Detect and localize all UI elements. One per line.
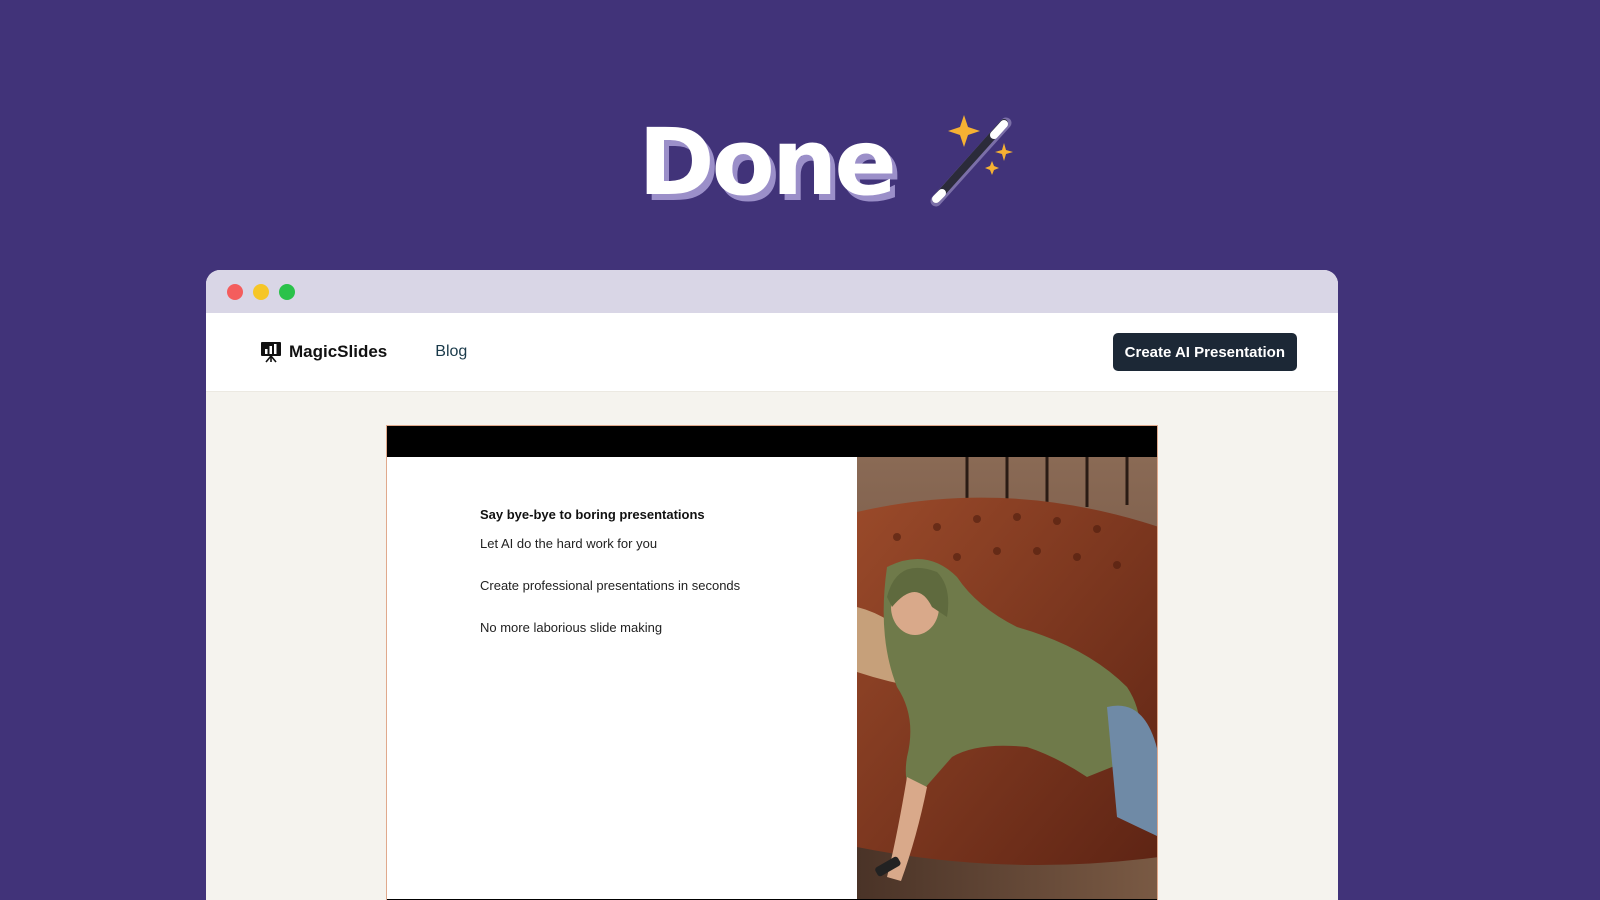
create-ai-presentation-button[interactable]: Create AI Presentation (1112, 333, 1297, 371)
slide-heading: Say bye-bye to boring presentations (480, 507, 705, 522)
slide-text-block: Say bye-bye to boring presentations Let … (480, 507, 740, 662)
slide-bullet: Create professional presentations in sec… (480, 578, 741, 593)
magic-wand-icon (930, 115, 1013, 207)
nav-link-blog[interactable]: Blog (435, 343, 467, 361)
slide-photo (857, 457, 1157, 900)
slide-bullet: Let AI do the hard work for you (480, 536, 658, 551)
browser-titlebar (206, 270, 1338, 313)
slide-bullet: No more laborious slide making (480, 620, 663, 635)
brand-name: MagicSlides (289, 342, 388, 361)
hero-title: Done (638, 109, 896, 216)
close-window-button[interactable] (227, 283, 243, 300)
slide-preview: Say bye-bye to boring presentations Let … (386, 425, 1158, 900)
browser-window: MagicSlides Blog Create AI Presentation … (206, 270, 1338, 900)
site-navbar: MagicSlides Blog Create AI Presentation (206, 313, 1338, 392)
brand-logo[interactable]: MagicSlides (260, 341, 387, 363)
presentation-board-icon (261, 342, 281, 363)
hero-banner: Done (0, 108, 1600, 218)
slide-top-bar (387, 426, 1157, 457)
maximize-window-button[interactable] (279, 283, 295, 300)
minimize-window-button[interactable] (253, 283, 269, 300)
